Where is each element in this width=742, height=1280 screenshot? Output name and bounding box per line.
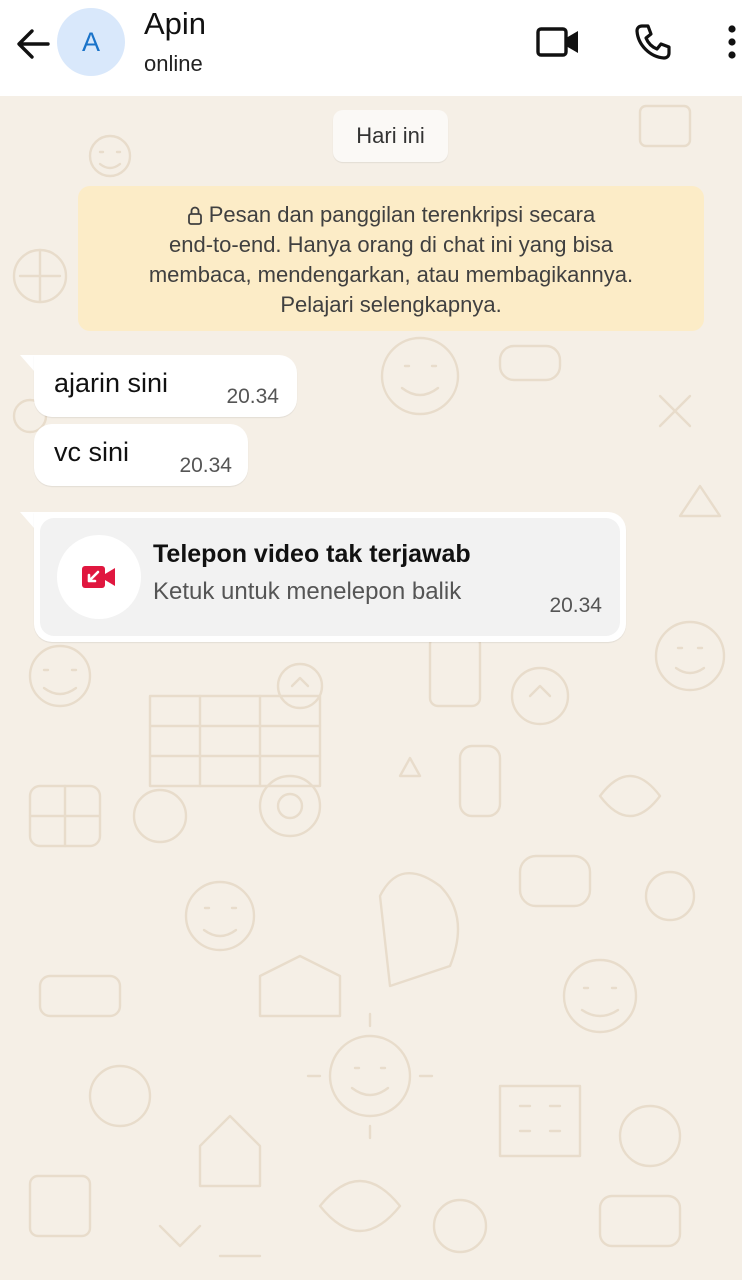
missed-call-time: 20.34 [549, 594, 602, 617]
encryption-notice-text-1: Pesan dan panggilan terenkripsi secara [208, 202, 596, 227]
message-time: 20.34 [179, 454, 232, 477]
missed-call-bubble[interactable]: Telepon video tak terjawab Ketuk untuk m… [34, 512, 626, 642]
contact-status: online [144, 51, 203, 76]
back-arrow-icon [17, 29, 50, 59]
bubble-tail [20, 512, 34, 528]
back-button[interactable] [12, 22, 56, 66]
encryption-notice[interactable]: Pesan dan panggilan terenkripsi secara e… [78, 186, 704, 331]
avatar[interactable]: A [57, 8, 125, 76]
message-text: ajarin sini [54, 368, 169, 398]
incoming-message-bubble[interactable]: vc sini 20.34 [34, 424, 248, 486]
encryption-notice-line-2: end-to-end. Hanya orang di chat ini yang… [169, 232, 613, 257]
voice-call-button[interactable] [630, 20, 676, 64]
chat-area[interactable]: Hari ini Pesan dan panggilan terenkripsi… [0, 96, 742, 1280]
missed-call-subtitle: Ketuk untuk menelepon balik [153, 578, 462, 605]
date-chip: Hari ini [333, 110, 448, 162]
encryption-notice-line-3: membaca, mendengarkan, atau membagikanny… [148, 262, 634, 287]
missed-call-card[interactable]: Telepon video tak terjawab Ketuk untuk m… [40, 518, 620, 636]
missed-video-call-icon [82, 566, 115, 588]
more-options-button[interactable] [722, 20, 742, 64]
contact-name[interactable]: Apin [144, 6, 206, 42]
message-time: 20.34 [226, 385, 279, 408]
video-call-icon [536, 27, 578, 57]
lock-icon [187, 206, 202, 225]
phone-icon [635, 24, 671, 60]
more-vertical-icon [728, 25, 736, 59]
encryption-notice-line-1: Pesan dan panggilan terenkripsi secara [96, 200, 686, 230]
bubble-tail [20, 355, 34, 371]
missed-call-title: Telepon video tak terjawab [153, 540, 471, 568]
message-text: vc sini [54, 437, 130, 467]
missed-call-icon-badge [57, 535, 141, 619]
video-call-button[interactable] [533, 20, 583, 64]
learn-more-link[interactable]: Pelajari selengkapnya. [96, 290, 686, 320]
incoming-message-bubble[interactable]: ajarin sini 20.34 [34, 355, 297, 417]
chat-header: A Apin online [0, 0, 742, 96]
